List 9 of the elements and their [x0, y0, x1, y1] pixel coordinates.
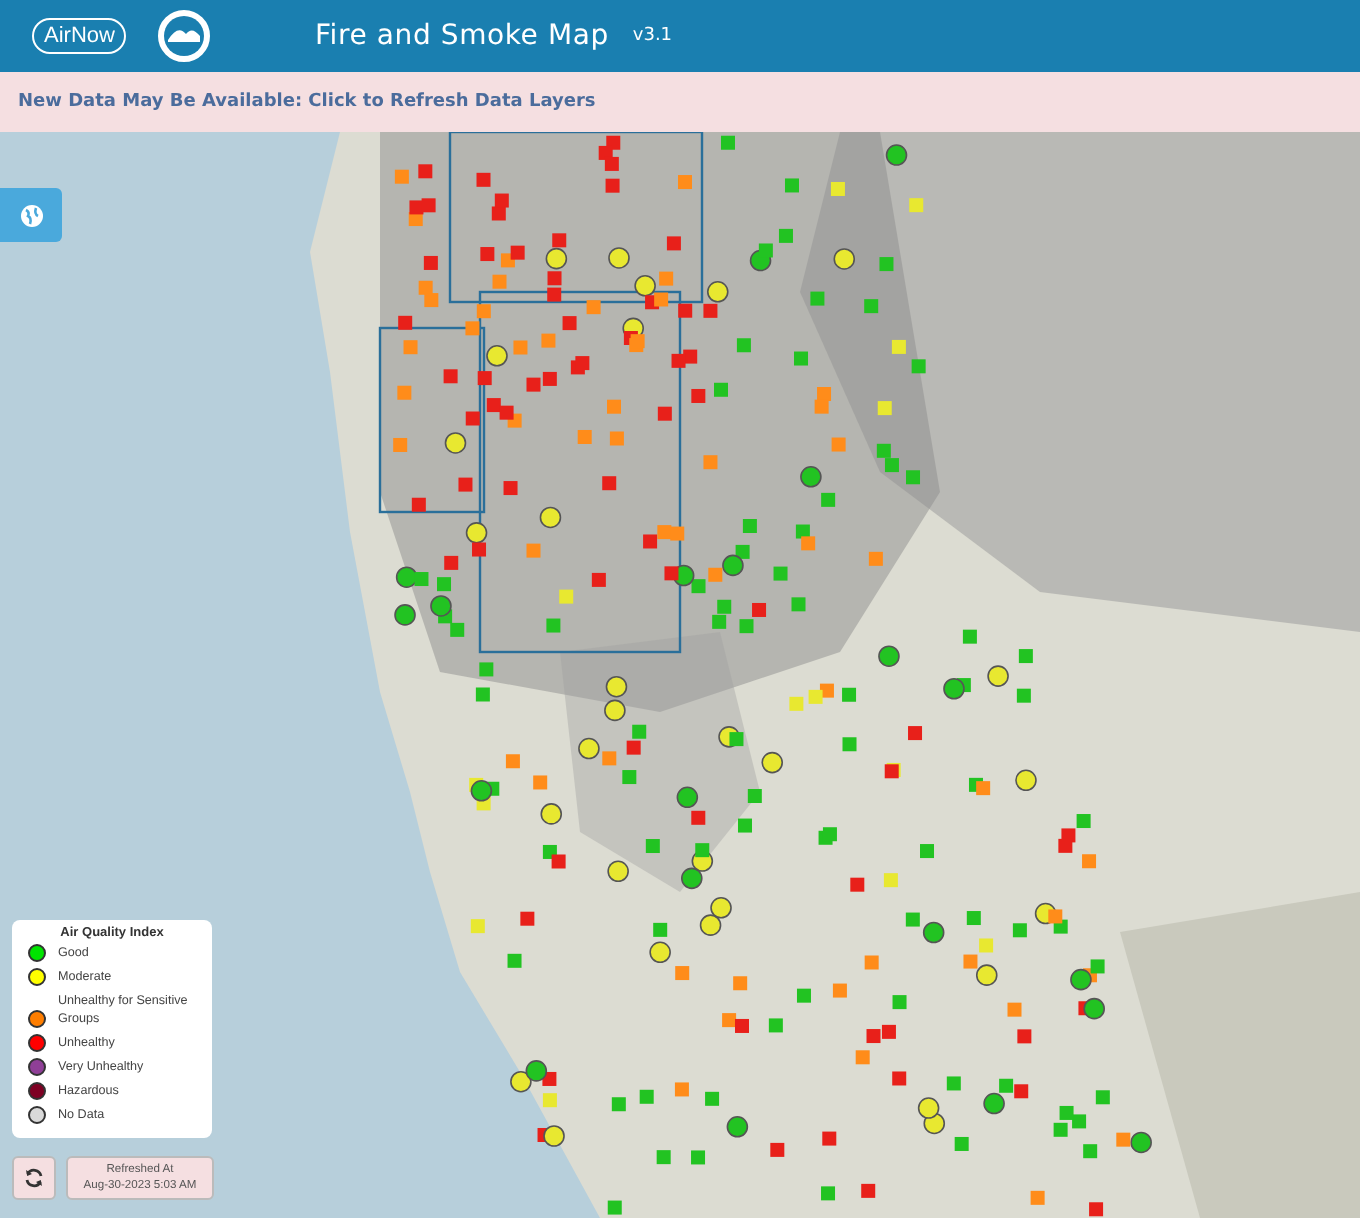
globe-icon	[19, 203, 43, 227]
version-label: v3.1	[632, 26, 673, 46]
refresh-icon	[24, 1168, 44, 1188]
app-title: Fire and Smoke Map	[314, 20, 609, 52]
refresh-button[interactable]	[12, 1156, 56, 1200]
basemap-button[interactable]	[0, 188, 62, 242]
airnow-logo: AirNow	[32, 18, 127, 54]
agency-seal-icon	[154, 6, 215, 66]
refresh-data-link[interactable]: New Data May Be Available: Click to Refresh Data Layers	[18, 92, 596, 112]
